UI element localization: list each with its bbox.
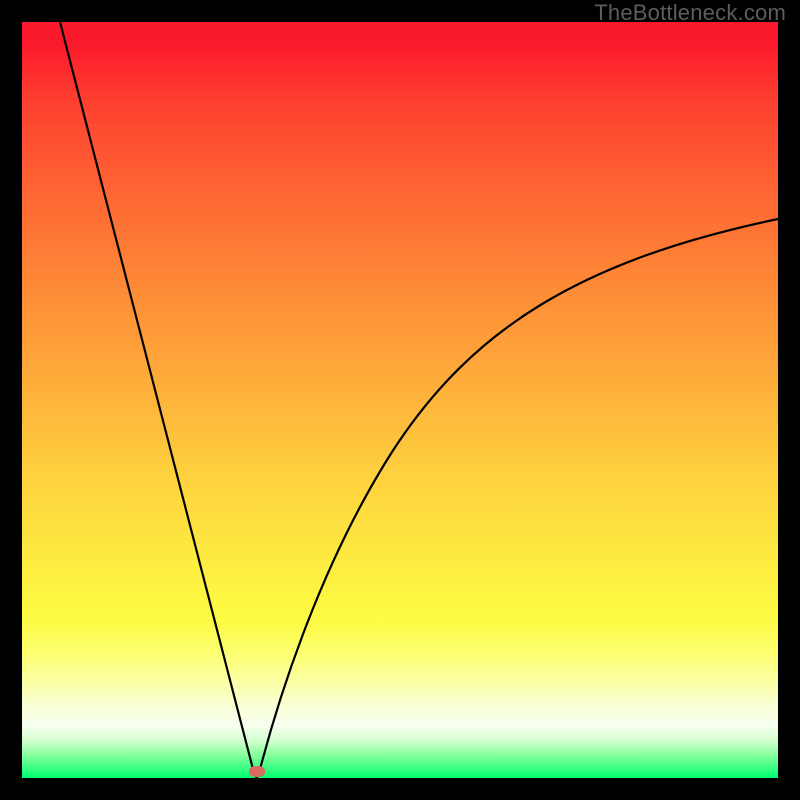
plot-area (22, 22, 778, 778)
bottleneck-curve (22, 22, 778, 778)
watermark-text: TheBottleneck.com (594, 0, 786, 26)
chart-frame: TheBottleneck.com (0, 0, 800, 800)
curve-path (60, 22, 778, 777)
optimal-point-marker (249, 766, 265, 777)
